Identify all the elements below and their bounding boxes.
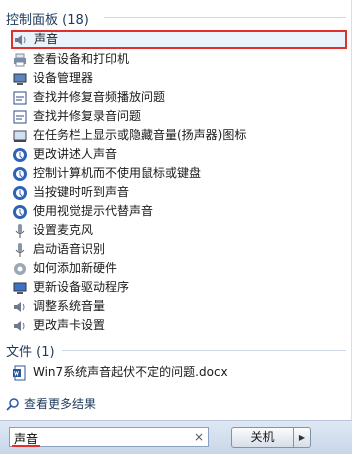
result-item-update-drivers[interactable]: 更新设备驱动程序 bbox=[12, 278, 346, 297]
clear-search-icon[interactable]: × bbox=[194, 430, 204, 444]
result-item-taskbar-volume-icon[interactable]: 在任务栏上显示或隐藏音量(扬声器)图标 bbox=[12, 126, 346, 145]
result-item-sound-card-settings[interactable]: 更改声卡设置 bbox=[12, 316, 346, 335]
files-divider bbox=[62, 350, 346, 351]
result-item-label: 在任务栏上显示或隐藏音量(扬声器)图标 bbox=[33, 128, 247, 142]
result-item-label: 查看设备和打印机 bbox=[33, 52, 130, 66]
shutdown-button-group: 关机 ▶ bbox=[231, 427, 311, 448]
result-item-key-sounds[interactable]: 当按键时听到声音 bbox=[12, 183, 346, 202]
result-item-label: 声音 bbox=[34, 32, 59, 46]
word-document-icon bbox=[12, 365, 28, 381]
device-manager-icon bbox=[12, 71, 28, 87]
troubleshoot-icon bbox=[12, 109, 28, 125]
result-item-devices-printers[interactable]: 查看设备和打印机 bbox=[12, 50, 346, 69]
see-more-results-label: 查看更多结果 bbox=[24, 397, 97, 411]
control-panel-header[interactable]: 控制面板 (18) bbox=[6, 9, 89, 28]
result-item-label: 查找并修复录音问题 bbox=[33, 109, 142, 123]
result-item-setup-microphone[interactable]: 设置麦克风 bbox=[12, 221, 346, 240]
result-item-label: 控制计算机而不使用鼠标或键盘 bbox=[33, 166, 202, 180]
search-icon bbox=[6, 397, 20, 411]
microphone-icon bbox=[12, 242, 28, 258]
result-item-label: 如何添加新硬件 bbox=[33, 261, 118, 275]
start-menu-results-panel: 控制面板 (18) 声音 查看设备和打印机 设备管理器 查找并修复音频播放问题 … bbox=[0, 0, 352, 420]
shutdown-options-arrow-icon[interactable]: ▶ bbox=[293, 428, 310, 447]
start-menu-bottom-bar: 声音 × 关机 ▶ bbox=[0, 420, 352, 454]
result-item-label: 更改讲述人声音 bbox=[33, 147, 118, 161]
result-item-label: 更改声卡设置 bbox=[33, 318, 106, 332]
result-item-visual-cues[interactable]: 使用视觉提示代替声音 bbox=[12, 202, 346, 221]
ease-of-access-icon bbox=[12, 147, 28, 163]
result-item-sound[interactable]: 声音 bbox=[11, 30, 347, 49]
result-item-label: 当按键时听到声音 bbox=[33, 185, 130, 199]
troubleshoot-icon bbox=[12, 90, 28, 106]
result-item-label: 更新设备驱动程序 bbox=[33, 280, 130, 294]
files-header[interactable]: 文件 (1) bbox=[6, 341, 55, 360]
result-item-label: 设置麦克风 bbox=[33, 223, 94, 237]
shutdown-button[interactable]: 关机 bbox=[232, 428, 293, 447]
result-item-label: 使用视觉提示代替声音 bbox=[33, 204, 154, 218]
see-more-results-link[interactable]: 查看更多结果 bbox=[6, 395, 96, 413]
file-result-item[interactable]: Win7系统声音起伏不定的问题.docx bbox=[12, 363, 346, 382]
file-result-label: Win7系统声音起伏不定的问题.docx bbox=[33, 365, 228, 379]
result-item-fix-playback[interactable]: 查找并修复音频播放问题 bbox=[12, 88, 346, 107]
result-item-speech-recognition[interactable]: 启动语音识别 bbox=[12, 240, 346, 259]
speaker-icon bbox=[12, 318, 28, 334]
speaker-icon bbox=[13, 32, 29, 48]
ease-of-access-icon bbox=[12, 185, 28, 201]
result-item-add-hardware[interactable]: 如何添加新硬件 bbox=[12, 259, 346, 278]
driver-icon bbox=[12, 280, 28, 296]
result-item-device-manager[interactable]: 设备管理器 bbox=[12, 69, 346, 88]
speaker-icon bbox=[12, 299, 28, 315]
result-item-label: 调整系统音量 bbox=[33, 299, 106, 313]
result-item-fix-recording[interactable]: 查找并修复录音问题 bbox=[12, 107, 346, 126]
search-input[interactable]: 声音 × bbox=[9, 427, 209, 447]
result-item-label: 设备管理器 bbox=[33, 71, 94, 85]
result-item-no-mouse-keyboard[interactable]: 控制计算机而不使用鼠标或键盘 bbox=[12, 164, 346, 183]
ease-of-access-icon bbox=[12, 166, 28, 182]
ease-of-access-icon bbox=[12, 204, 28, 220]
result-item-label: 查找并修复音频播放问题 bbox=[33, 90, 166, 104]
hardware-icon bbox=[12, 261, 28, 277]
taskbar-icon bbox=[12, 128, 28, 144]
microphone-icon bbox=[12, 223, 28, 239]
result-item-label: 启动语音识别 bbox=[33, 242, 106, 256]
result-item-narrator-voice[interactable]: 更改讲述人声音 bbox=[12, 145, 346, 164]
result-item-adjust-volume[interactable]: 调整系统音量 bbox=[12, 297, 346, 316]
search-highlight-underline bbox=[12, 445, 40, 447]
printer-icon bbox=[12, 52, 28, 68]
header-divider bbox=[104, 17, 346, 18]
